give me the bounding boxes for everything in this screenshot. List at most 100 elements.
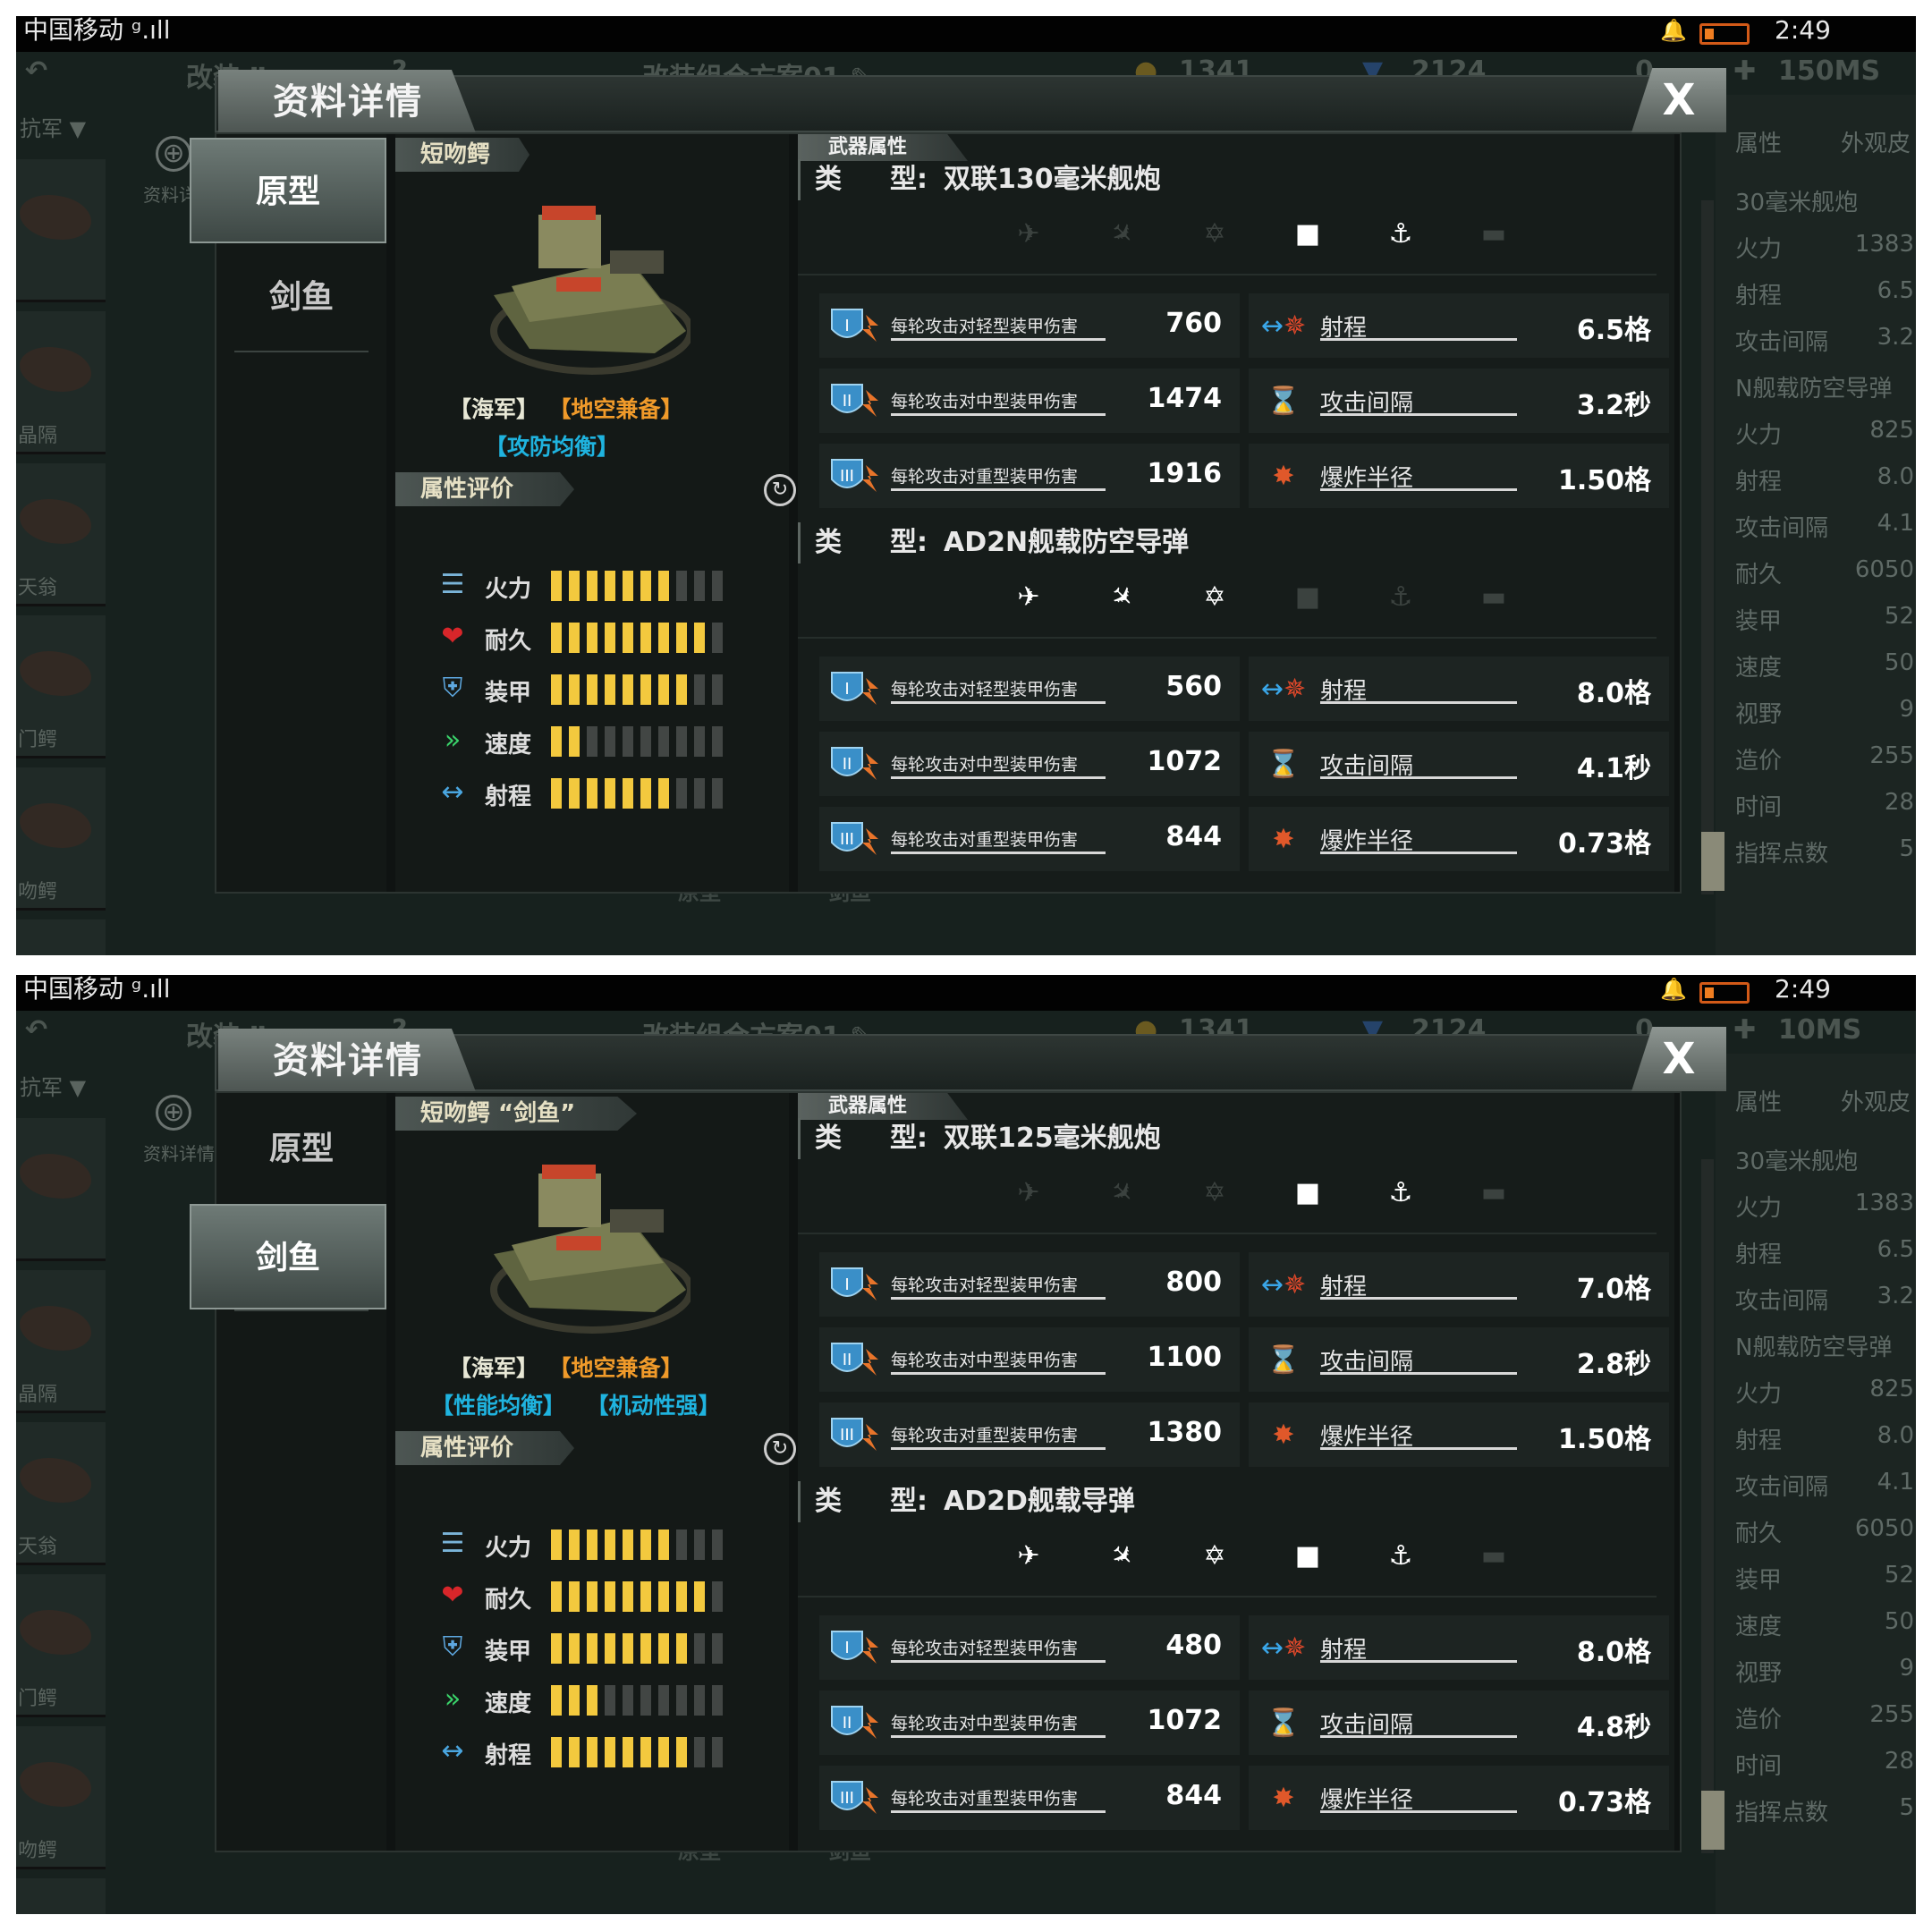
- attribute-cell: ⌛ 攻击间隔 3.2秒: [1249, 369, 1669, 433]
- unit-list-tile[interactable]: 鱼: [16, 1878, 106, 1914]
- stat-bar-segment: [712, 1581, 723, 1612]
- bg-stat-row: 速度 50: [1735, 649, 1914, 682]
- stat-row-armor: ⛨ 装甲: [435, 671, 757, 707]
- unit-list-tile[interactable]: 门鳄: [16, 615, 106, 758]
- tab-swordfish[interactable]: 剑鱼: [216, 245, 386, 351]
- tab-swordfish[interactable]: 剑鱼: [190, 1204, 386, 1309]
- unit-tags-row2: 【性能均衡】 【机动性强】: [431, 1388, 721, 1420]
- damage-label: 每轮攻击对中型装甲伤害: [891, 1351, 1079, 1370]
- tank-icon: ■: [1294, 1540, 1321, 1572]
- unit-list-tile[interactable]: 晶隔: [16, 311, 106, 454]
- weapon-type-value: AD2N舰载防空导弹: [944, 527, 1190, 558]
- weapon-scrollbar-track[interactable]: [1701, 200, 1714, 894]
- bg-stat-row: 攻击间隔 4.1: [1735, 510, 1914, 543]
- stat-bar-segment: [587, 1530, 597, 1560]
- attribute-underline: [1320, 1372, 1517, 1375]
- attribute-value: 3.2秒: [1576, 390, 1651, 421]
- unit-list-tile[interactable]: 门鳄: [16, 1574, 106, 1717]
- unit-list-tile[interactable]: 晶隔: [16, 1270, 106, 1413]
- damage-underline: [891, 1735, 1106, 1738]
- bg-stat-value: 28: [1884, 1748, 1914, 1775]
- hourglass-icon: ⌛: [1267, 1707, 1301, 1739]
- submarine-icon: ▬: [1480, 1540, 1507, 1572]
- damage-label: 每轮攻击对中型装甲伤害: [891, 1714, 1079, 1733]
- stat-name: 火力: [485, 1535, 532, 1562]
- stat-bar-segment: [587, 1581, 597, 1612]
- damage-label: 每轮攻击对轻型装甲伤害: [891, 1639, 1079, 1658]
- stat-row-armor: ⛨ 装甲: [435, 1630, 757, 1665]
- stat-bar-segment: [694, 674, 705, 705]
- tank-icon: ■: [1294, 581, 1321, 613]
- tab-prototype[interactable]: 原型: [216, 1097, 386, 1202]
- bomber-plane-icon: ✈: [1103, 215, 1141, 253]
- zoom-detail-icon[interactable]: ⊕: [156, 136, 191, 172]
- stat-bar-segment: [569, 571, 580, 601]
- stat-bar-segment: [694, 1633, 705, 1664]
- stat-name: 射程: [485, 784, 532, 810]
- bg-stat-row: N舰载防空导弹: [1735, 1329, 1914, 1362]
- unit-tile-label: 天翁: [18, 1536, 58, 1558]
- unit-list-tile[interactable]: 天翁: [16, 1422, 106, 1565]
- weapon-scrollbar-track[interactable]: [1701, 1159, 1714, 1853]
- back-arrow-icon[interactable]: ↶: [25, 1014, 47, 1046]
- bg-stat-row: 耐久 6050: [1735, 556, 1914, 589]
- unit-list-tile[interactable]: 鱼: [16, 919, 106, 955]
- tab-separator: [234, 351, 369, 352]
- tab-appearance[interactable]: 外观皮: [1841, 1084, 1911, 1117]
- bg-stat-value: 50: [1884, 1608, 1914, 1635]
- bg-stat-name: 视野: [1735, 1660, 1783, 1687]
- damage-value: 800: [1165, 1267, 1222, 1298]
- refresh-icon[interactable]: ↻: [764, 474, 796, 506]
- unit-list-tile[interactable]: 吻鳄: [16, 767, 106, 911]
- bg-stat-name: 装甲: [1735, 1567, 1783, 1594]
- unit-thumbnail: [20, 1762, 91, 1807]
- attribute-underline: [1320, 1660, 1517, 1663]
- zoom-detail-icon[interactable]: ⊕: [156, 1095, 191, 1131]
- stat-bar-segment: [694, 571, 705, 601]
- explosion-icon: ✸: [1272, 1419, 1295, 1451]
- stat-bar-segment: [694, 623, 705, 653]
- stat-bar-segment: [623, 1530, 633, 1560]
- unit-tile-label: 门鳄: [18, 1688, 58, 1710]
- refresh-icon[interactable]: ↻: [764, 1433, 796, 1465]
- back-arrow-icon[interactable]: ↶: [25, 55, 47, 87]
- unit-list-tile[interactable]: [16, 159, 106, 302]
- range-arrows-icon: ↔✵: [1260, 310, 1307, 342]
- unit-list-tile[interactable]: [16, 1118, 106, 1261]
- unit-list-tile[interactable]: 吻鳄: [16, 1726, 106, 1869]
- tab-attributes[interactable]: 属性: [1735, 125, 1782, 158]
- stat-bar-segment: [551, 1581, 562, 1612]
- tab-attributes[interactable]: 属性: [1735, 1084, 1782, 1117]
- stat-bar-segment: [605, 778, 615, 809]
- tank-icon: ■: [1294, 1177, 1321, 1208]
- bg-stat-value: 6050: [1854, 556, 1914, 583]
- add-resource-button[interactable]: ✚: [1733, 1014, 1756, 1046]
- bg-stat-row: 攻击间隔 4.1: [1735, 1469, 1914, 1502]
- unit-list-tile[interactable]: 天翁: [16, 463, 106, 606]
- faction-filter-dropdown[interactable]: 抗军 ▼: [20, 1070, 86, 1101]
- stat-bar-segment: [569, 778, 580, 809]
- tab-appearance[interactable]: 外观皮: [1841, 125, 1911, 158]
- bg-stat-name: 射程: [1735, 1428, 1783, 1454]
- hourglass-icon: ⌛: [1267, 386, 1301, 417]
- damage-underline: [891, 1297, 1106, 1300]
- stat-bar-segment: [605, 1633, 615, 1664]
- range-arrows-icon: ↔✵: [1260, 674, 1307, 705]
- damage-cell: III 每轮攻击对重型装甲伤害 844: [819, 1766, 1240, 1830]
- weapon-scrollbar-thumb[interactable]: [1701, 1791, 1724, 1850]
- tab-prototype[interactable]: 原型: [190, 138, 386, 243]
- speed-chevrons-icon: »: [444, 1683, 462, 1715]
- damage-underline: [891, 852, 1106, 854]
- damage-value: 1474: [1147, 383, 1223, 414]
- stat-bar-segment: [551, 778, 562, 809]
- weapon-type-value: 双联130毫米舰炮: [944, 164, 1161, 195]
- stat-bar-segment: [658, 778, 669, 809]
- weapon-scrollbar-thumb[interactable]: [1701, 832, 1724, 891]
- add-resource-button[interactable]: ✚: [1733, 55, 1756, 87]
- stat-bar-segment: [676, 1737, 687, 1767]
- faction-filter-dropdown[interactable]: 抗军 ▼: [20, 111, 86, 142]
- svg-text:III: III: [840, 830, 854, 849]
- weapon-stat-row: I 每轮攻击对轻型装甲伤害 760 ↔✵ 射程 6.5格: [819, 293, 1669, 358]
- stat-bar-segment: [587, 778, 597, 809]
- stat-bar-segment: [605, 674, 615, 705]
